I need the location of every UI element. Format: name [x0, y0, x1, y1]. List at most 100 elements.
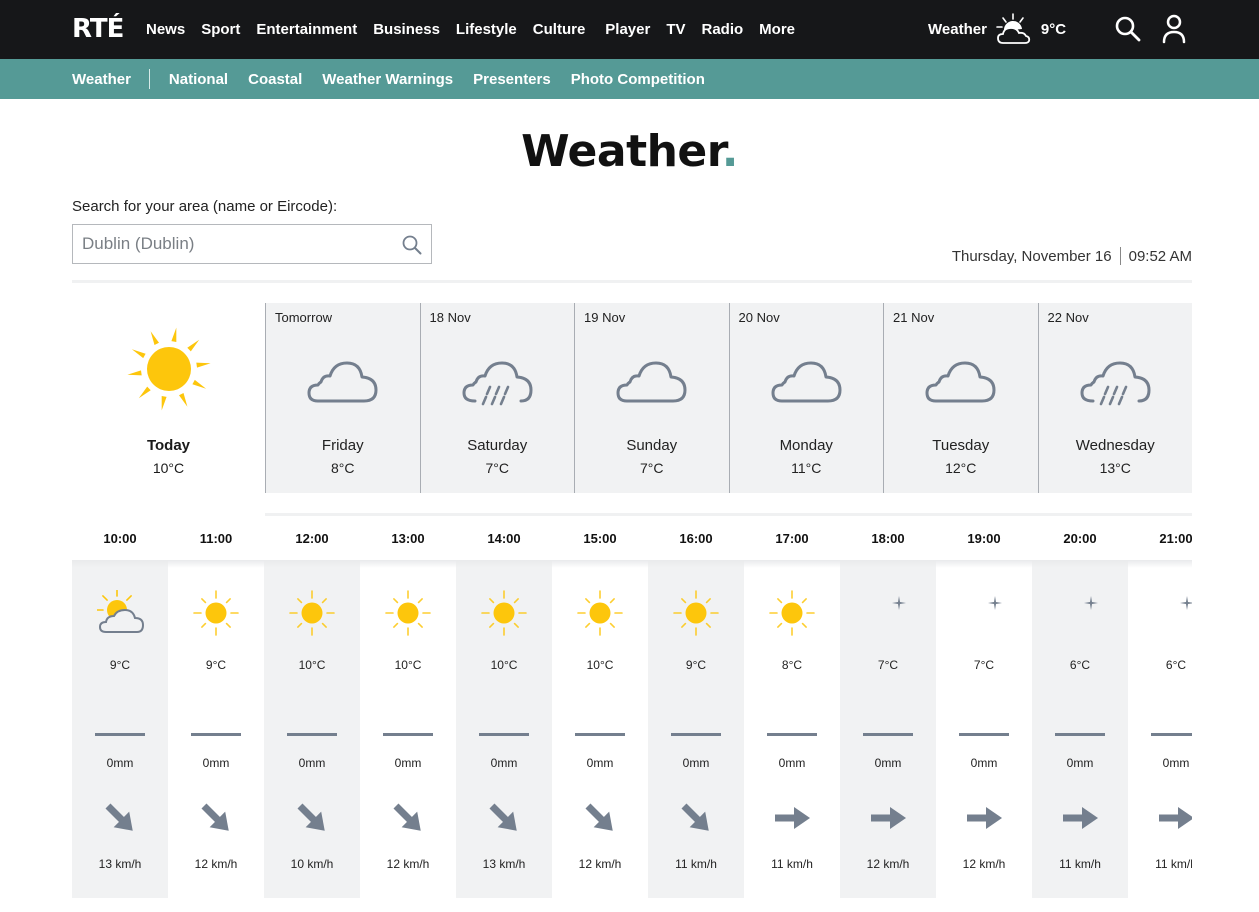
nav-item-news[interactable]: News [146, 21, 185, 38]
nav-weather-widget[interactable]: Weather 9°C [928, 0, 1066, 59]
hour-rain: 0mm [394, 756, 422, 770]
day-card[interactable]: 19 Nov Sunday 7°C [574, 303, 729, 493]
search-icon[interactable] [1115, 16, 1141, 42]
today-forecast[interactable]: Today 10°C [72, 303, 265, 493]
hour-time: 10:00 [103, 531, 137, 546]
top-navigation: RTÉ News Sport Entertainment Business Li… [0, 0, 1259, 59]
rain-level-bar [383, 733, 433, 736]
hour-rain: 0mm [202, 756, 230, 770]
hour-temp: 10°C [298, 658, 326, 672]
hour-rain: 0mm [1066, 756, 1094, 770]
datetime-separator [1119, 247, 1121, 265]
rain-level-bar [479, 733, 529, 736]
divider [72, 280, 1192, 283]
area-search-input[interactable] [73, 225, 383, 263]
day-date: 19 Nov [584, 310, 626, 325]
moon-star-icon [865, 590, 911, 641]
day-date: 21 Nov [893, 310, 935, 325]
hour-temp: 10°C [586, 658, 614, 672]
cloud-icon [306, 357, 380, 418]
hour-rain: 0mm [298, 756, 326, 770]
nav-item-tv[interactable]: TV [666, 21, 685, 38]
day-name: Monday [779, 437, 833, 454]
day-card[interactable]: 18 Nov Saturday 7°C [419, 303, 575, 493]
hour-wind: 11 km/h [675, 857, 717, 871]
today-label: Today [146, 437, 191, 454]
nav-item-radio[interactable]: Radio [702, 21, 744, 38]
hour-column: 16:00 9°C 0mm 11 km/h [648, 520, 744, 900]
user-icon[interactable] [1162, 14, 1186, 44]
wind-arrow-east-icon [964, 798, 1004, 843]
nav-item-sport[interactable]: Sport [201, 21, 240, 38]
hour-column: 12:00 10°C 0mm 10 km/h [264, 520, 360, 900]
hour-rain: 0mm [682, 756, 710, 770]
hour-wind: 12 km/h [866, 857, 910, 871]
nav-item-business[interactable]: Business [373, 21, 440, 38]
day-card[interactable]: 22 Nov Wednesday 13°C [1037, 303, 1193, 493]
day-temp: 7°C [640, 460, 664, 476]
hourly-forecast[interactable]: 10:00 9°C 0mm 13 km/h 11:00 9°C 0mm 12 km/h 12:0… [72, 520, 1192, 900]
moon-star-icon [1153, 590, 1192, 641]
hour-column: 10:00 9°C 0mm 13 km/h [72, 520, 168, 900]
hour-wind: 11 km/h [1059, 857, 1101, 871]
subnav-item-presenters[interactable]: Presenters [473, 71, 551, 88]
wind-arrow-southeast-icon [100, 798, 140, 843]
nav-item-culture[interactable]: Culture [533, 21, 586, 38]
rain-level-bar [671, 733, 721, 736]
hour-temp: 9°C [109, 658, 131, 672]
search-icon[interactable] [402, 235, 422, 255]
nav-weather-temp: 9°C [1040, 21, 1067, 38]
sun-icon [127, 327, 211, 411]
hour-time: 16:00 [679, 531, 713, 546]
subnav-item-coastal[interactable]: Coastal [248, 71, 302, 88]
wind-arrow-east-icon [1156, 798, 1192, 843]
day-card[interactable]: 20 Nov Monday 11°C [728, 303, 884, 493]
day-temp: 8°C [331, 460, 355, 476]
rain-level-bar [1151, 733, 1192, 736]
nav-item-player[interactable]: Player [605, 21, 650, 38]
nav-weather-label: Weather [928, 21, 987, 38]
rain-level-bar [95, 733, 145, 736]
page-title-dot: . [721, 126, 739, 177]
current-datetime: Thursday, November 16 09:52 AM [952, 247, 1192, 265]
wind-arrow-southeast-icon [388, 798, 428, 843]
hour-time: 11:00 [199, 531, 233, 546]
day-temp: 11°C [791, 460, 822, 476]
nav-item-entertainment[interactable]: Entertainment [256, 21, 357, 38]
hour-wind: 10 km/h [290, 857, 334, 871]
day-date: Tomorrow [275, 310, 333, 325]
hour-rain: 0mm [778, 756, 806, 770]
wind-arrow-southeast-icon [580, 798, 620, 843]
hour-body: 9°C 0mm 12 km/h [168, 560, 264, 898]
hour-body: 10°C 0mm 12 km/h [360, 560, 456, 898]
hour-wind: 13 km/h [98, 857, 142, 871]
hour-temp: 10°C [394, 658, 422, 672]
nav-item-lifestyle[interactable]: Lifestyle [456, 21, 517, 38]
main-nav: News Sport Entertainment Business Lifest… [146, 0, 811, 59]
hour-body: 6°C 0mm 11 km/h [1128, 560, 1192, 898]
subnav-item-weather-warnings[interactable]: Weather Warnings [322, 71, 453, 88]
day-card[interactable]: 21 Nov Tuesday 12°C [883, 303, 1038, 493]
hour-time: 14:00 [487, 531, 521, 546]
hour-temp: 7°C [877, 658, 899, 672]
wind-arrow-southeast-icon [196, 798, 236, 843]
subnav-divider [148, 69, 150, 89]
hour-temp: 9°C [205, 658, 227, 672]
rain-cloud-icon [461, 357, 535, 418]
day-name: Wednesday [1075, 437, 1155, 454]
wind-arrow-east-icon [772, 798, 812, 843]
rain-level-bar [863, 733, 913, 736]
sun-icon [577, 590, 623, 641]
day-card[interactable]: Tomorrow Friday 8°C [265, 303, 420, 493]
search-label: Search for your area (name or Eircode): [72, 198, 338, 215]
subnav-item-national[interactable]: National [169, 71, 228, 88]
sun-icon [289, 590, 335, 641]
rain-level-bar [1055, 733, 1105, 736]
nav-item-more[interactable]: More [759, 21, 795, 38]
subnav-weather-home[interactable]: Weather [72, 71, 131, 88]
rte-logo[interactable]: RTÉ [72, 14, 124, 44]
subnav-item-photo-competition[interactable]: Photo Competition [571, 71, 705, 88]
hour-body: 10°C 0mm 13 km/h [456, 560, 552, 898]
hour-body: 9°C 0mm 11 km/h [648, 560, 744, 898]
rain-cloud-icon [1079, 357, 1153, 418]
